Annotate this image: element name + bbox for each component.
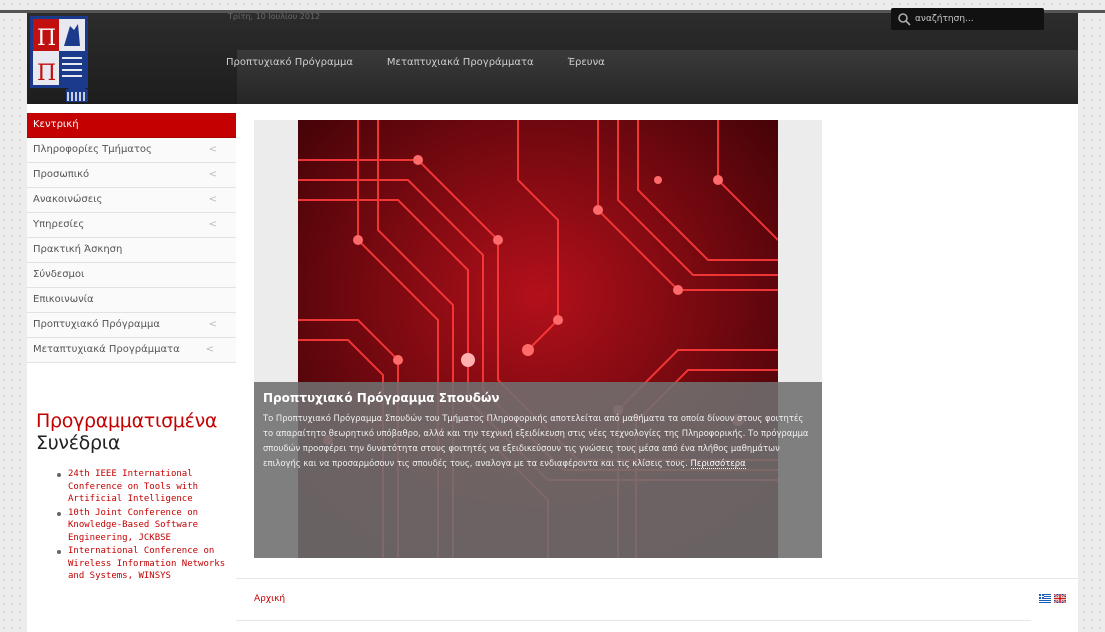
conference-item[interactable]: International Conference on Wireless Inf… [57,545,239,583]
sidebar-item-staff[interactable]: Προσωπικό < [27,163,236,188]
sidebar-item-label: Σύνδεσμοι [33,269,85,280]
chevron-left-icon: < [208,194,217,205]
sidebar-item-links[interactable]: Σύνδεσμοι [27,263,236,288]
sidebar-item-label: Πρακτική Άσκηση [33,244,123,255]
conference-item[interactable]: 24th IEEE International Conference on To… [57,468,239,506]
sidebar-item-internship[interactable]: Πρακτική Άσκηση [27,238,236,263]
conferences-heading-dark: Συνέδρια [36,432,121,454]
language-switcher [1039,594,1066,603]
chevron-left-icon: < [208,219,217,230]
sidebar-menu: Κεντρική Πληροφορίες Τμήματος < Προσωπικό… [27,113,236,363]
svg-text:Π: Π [37,26,56,51]
sidebar: Κεντρική Πληροφορίες Τμήματος < Προσωπικό… [27,104,236,632]
sidebar-item-label: Πληροφορίες Τμήματος [33,144,152,155]
sidebar-item-label: Μεταπτυχιακά Προγράμματα [33,344,180,355]
sidebar-item-announcements[interactable]: Ανακοινώσεις < [27,188,236,213]
slider-caption: Προπτυχιακό Πρόγραμμα Σπουδών Το Προπτυχ… [254,382,822,558]
sidebar-item-label: Ανακοινώσεις [33,194,103,205]
main-content: Προπτυχιακό Πρόγραμμα Σπουδών Το Προπτυχ… [236,104,1078,632]
nav-postgraduate[interactable]: Μεταπτυχιακά Προγράμματα [387,57,534,68]
sidebar-item-label: Κεντρική [33,119,79,130]
sidebar-item-label: Προπτυχιακό Πρόγραμμα [33,319,160,330]
chevron-left-icon: < [208,169,217,180]
main-nav: Προπτυχιακό Πρόγραμμα Μεταπτυχιακά Προγρ… [226,57,639,68]
chevron-left-icon: < [208,144,217,155]
sidebar-item-department-info[interactable]: Πληροφορίες Τμήματος < [27,138,236,163]
conferences-heading-red: Προγραμματισμένα [36,410,218,432]
sidebar-item-label: Επικοινωνία [33,294,94,305]
university-logo[interactable]: Π Π [30,16,96,104]
sidebar-item-services[interactable]: Υπηρεσίες < [27,213,236,238]
current-date: Τρίτη, 10 Ιουλίου 2012 [228,12,321,21]
slider-text: Το Προπτυχιακό Πρόγραμμα Σπουδών του Τμή… [263,411,814,471]
sidebar-item-home[interactable]: Κεντρική [27,113,236,138]
sidebar-item-label: Υπηρεσίες [33,219,85,230]
sidebar-item-contact[interactable]: Επικοινωνία [27,288,236,313]
svg-text:Π: Π [37,61,56,86]
nav-undergraduate[interactable]: Προπτυχιακό Πρόγραμμα [226,57,353,68]
sidebar-item-label: Προσωπικό [33,169,90,180]
greek-flag-icon[interactable] [1039,594,1051,603]
featured-slider[interactable]: Προπτυχιακό Πρόγραμμα Σπουδών Το Προπτυχ… [254,120,822,558]
logo-emblem-icon: Π Π [30,16,89,102]
conference-list: 24th IEEE International Conference on To… [47,468,239,584]
divider [236,578,1078,579]
nav-research[interactable]: Έρευνα [568,57,605,68]
chevron-left-icon: < [208,319,217,330]
breadcrumb-home[interactable]: Αρχική [254,594,285,604]
slider-title[interactable]: Προπτυχιακό Πρόγραμμα Σπουδών [263,391,814,405]
sidebar-item-undergraduate[interactable]: Προπτυχιακό Πρόγραμμα < [27,313,236,338]
divider [236,620,1031,621]
conferences-heading: Προγραμματισμένα Συνέδρια [36,410,217,454]
sidebar-item-postgraduate[interactable]: Μεταπτυχιακά Προγράμματα < [27,338,236,363]
conference-item[interactable]: 10th Joint Conference on Knowledge-Based… [57,507,239,545]
search-box[interactable] [891,8,1044,30]
read-more-link[interactable]: Περισσότερα [690,458,746,469]
search-icon [898,13,911,26]
chevron-left-icon: < [205,344,214,355]
search-input[interactable] [915,14,1035,24]
uk-flag-icon[interactable] [1054,594,1066,603]
